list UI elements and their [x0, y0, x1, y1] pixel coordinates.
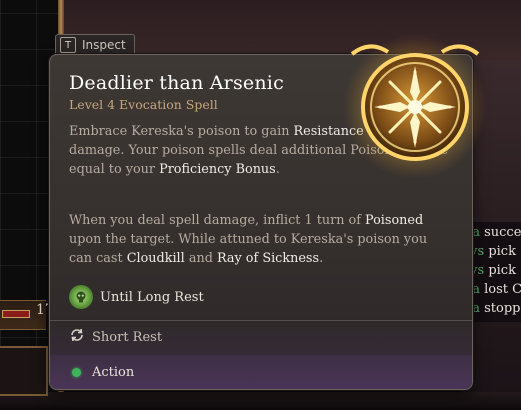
poison-skull-icon [69, 285, 93, 309]
gold-starburst-spell-icon [343, 35, 487, 179]
duration-row: Until Long Rest [69, 285, 204, 309]
log-text: lost C [479, 282, 521, 297]
description-text: . [319, 251, 324, 266]
description-text: and [184, 251, 217, 266]
log-text: stopp [479, 301, 521, 316]
spell-title: Deadlier than Arsenic [69, 72, 284, 94]
log-text: pick [484, 263, 516, 278]
log-text: succe [479, 225, 521, 240]
log-text: pick [484, 244, 516, 259]
cost-label: Action [92, 365, 135, 380]
action-dot-icon [72, 368, 81, 377]
log-line: lys pick [466, 263, 516, 278]
log-line: lys pick [466, 244, 516, 259]
description-text: . [275, 162, 280, 177]
spell-description-effect: When you deal spell damage, inflict 1 tu… [69, 211, 449, 268]
keybind-t: T [60, 37, 76, 53]
cost-row: Action [72, 365, 134, 380]
short-rest-cycle-icon [69, 327, 85, 347]
inspect-hint[interactable]: T Inspect [55, 34, 135, 55]
spell-subtitle: Level 4 Evocation Spell [69, 97, 218, 112]
divider [50, 320, 472, 321]
log-line: ra stopp [466, 301, 520, 316]
keyword-highlight[interactable]: Cloudkill [127, 251, 185, 266]
log-line: ra succe [466, 225, 521, 240]
background-hotbar-edge [0, 392, 521, 410]
hud-health-fill [2, 310, 30, 318]
keyword-highlight[interactable]: Poisoned [365, 213, 423, 228]
rest-row: Short Rest [69, 327, 162, 347]
inspect-label: Inspect [82, 38, 126, 52]
hud-portrait-frame [0, 346, 48, 396]
rest-label: Short Rest [92, 329, 163, 345]
duration-label: Until Long Rest [100, 289, 204, 305]
description-text: When you deal spell damage, inflict 1 tu… [69, 213, 366, 228]
keyword-highlight[interactable]: Proficiency Bonus [159, 162, 276, 177]
description-text: Embrace Kereska's poison to gain [69, 124, 294, 139]
keyword-highlight[interactable]: Ray of Sickness [217, 251, 319, 266]
log-line: ra lost C [466, 282, 521, 297]
